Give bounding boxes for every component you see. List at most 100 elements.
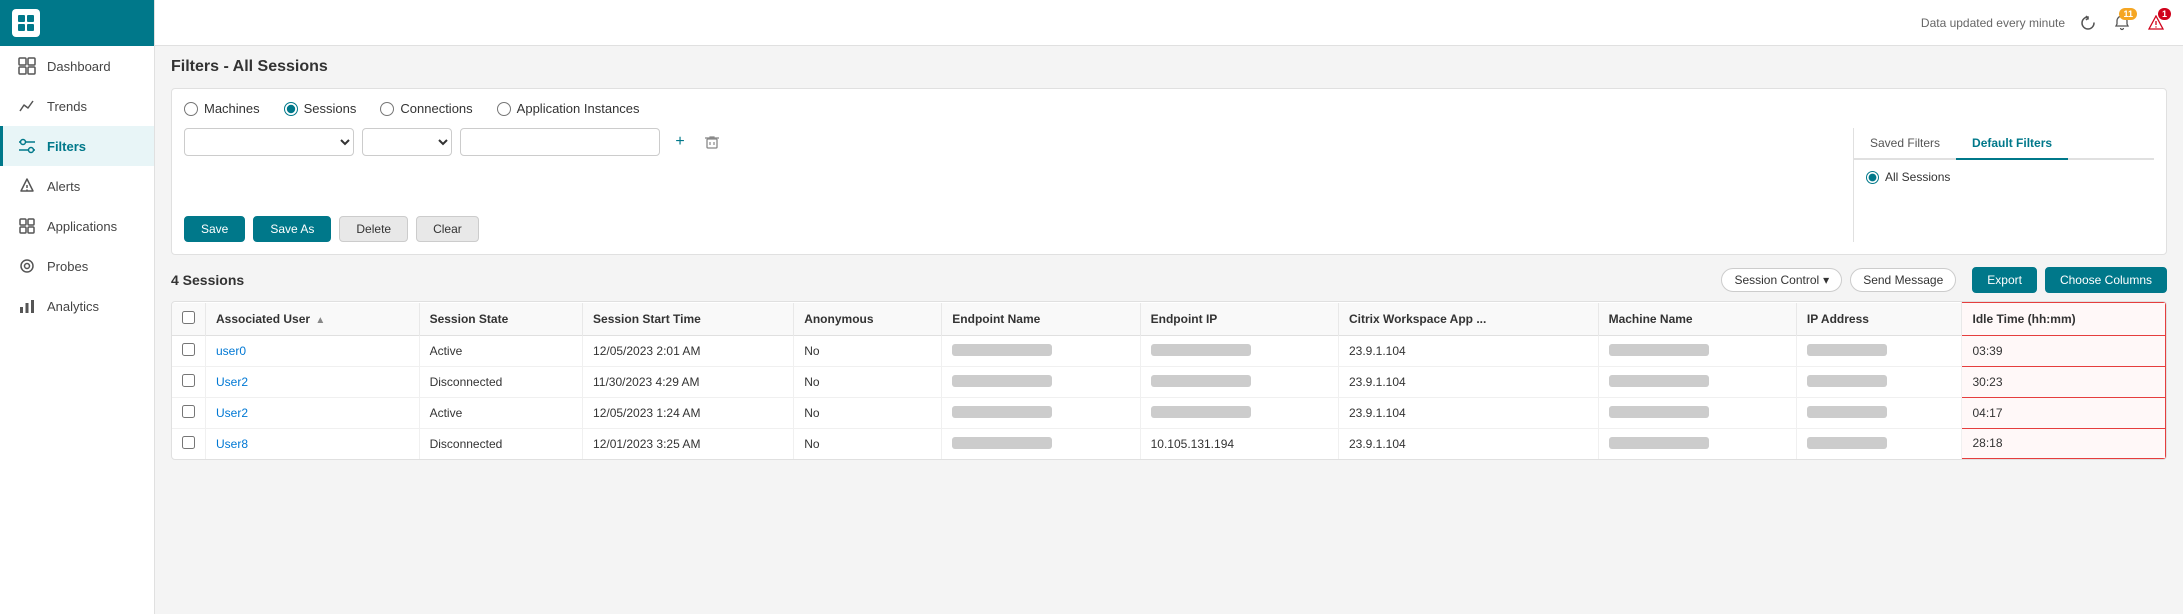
radio-connections-input[interactable]	[380, 102, 394, 116]
citrix-workspace-app-cell: 23.9.1.104	[1338, 335, 1598, 366]
session-state-cell: Disconnected	[419, 428, 582, 459]
clear-button[interactable]: Clear	[416, 216, 479, 242]
add-filter-button[interactable]: +	[668, 130, 692, 154]
session-control-button[interactable]: Session Control ▾	[1721, 268, 1842, 292]
alert-error-badge: 1	[2158, 8, 2171, 20]
filter-left: + Save Save	[184, 128, 1854, 242]
sessions-controls: Session Control ▾ Send Message Export Ch…	[1721, 267, 2167, 293]
tab-saved-filters[interactable]: Saved Filters	[1854, 128, 1956, 160]
ip-address-cell	[1796, 428, 1962, 459]
send-message-button[interactable]: Send Message	[1850, 268, 1956, 292]
save-button[interactable]: Save	[184, 216, 245, 242]
sidebar-item-trends-label: Trends	[47, 99, 87, 114]
th-machine-name[interactable]: Machine Name	[1598, 303, 1796, 336]
th-endpoint-ip[interactable]: Endpoint IP	[1140, 303, 1338, 336]
endpoint-ip-value	[1151, 344, 1251, 356]
all-sessions-filter-option[interactable]: All Sessions	[1866, 170, 2142, 184]
th-session-start-time[interactable]: Session Start Time	[583, 303, 794, 336]
anonymous-cell: No	[794, 335, 942, 366]
radio-app-instances-input[interactable]	[497, 102, 511, 116]
filter-value-input[interactable]	[460, 128, 660, 156]
radio-app-instances[interactable]: Application Instances	[497, 101, 640, 116]
sidebar-item-probes[interactable]: Probes	[0, 246, 154, 286]
sidebar-item-dashboard[interactable]: Dashboard	[0, 46, 154, 86]
alert-error-button[interactable]: 1	[2145, 12, 2167, 34]
associated-user-link[interactable]: User8	[216, 437, 248, 451]
delete-filter-button[interactable]	[700, 130, 724, 154]
filter-operator-select[interactable]	[362, 128, 452, 156]
ip-address-cell	[1796, 366, 1962, 397]
tab-default-filters[interactable]: Default Filters	[1956, 128, 2068, 160]
notification-bell-button[interactable]: 11	[2111, 12, 2133, 34]
ip-address-cell	[1796, 335, 1962, 366]
table-row: user0Active12/05/2023 2:01 AMNo 23.9.1.1…	[172, 335, 2166, 366]
save-as-button[interactable]: Save As	[253, 216, 331, 242]
th-citrix-workspace-app-label: Citrix Workspace App ...	[1349, 312, 1486, 326]
alerts-icon	[17, 176, 37, 196]
delete-button[interactable]: Delete	[339, 216, 408, 242]
row-checkbox[interactable]	[182, 405, 195, 418]
th-associated-user[interactable]: Associated User ▲	[206, 303, 420, 336]
sidebar-item-filters[interactable]: Filters	[0, 126, 154, 166]
row-checkbox[interactable]	[182, 436, 195, 449]
row-checkbox[interactable]	[182, 343, 195, 356]
sidebar-item-applications[interactable]: Applications	[0, 206, 154, 246]
row-checkbox[interactable]	[182, 374, 195, 387]
th-endpoint-name-label: Endpoint Name	[952, 312, 1040, 326]
filter-right: Saved Filters Default Filters All Sessio…	[1854, 128, 2154, 242]
associated-user-link[interactable]: user0	[216, 344, 246, 358]
endpoint-ip-cell: 10.105.131.194	[1140, 428, 1338, 459]
choose-columns-button[interactable]: Choose Columns	[2045, 267, 2167, 293]
th-endpoint-name[interactable]: Endpoint Name	[942, 303, 1140, 336]
endpoint-ip-value	[1151, 406, 1251, 418]
radio-sessions-input[interactable]	[284, 102, 298, 116]
th-ip-address[interactable]: IP Address	[1796, 303, 1962, 336]
th-associated-user-label: Associated User	[216, 312, 310, 326]
content-area: Filters - All Sessions Machines Sessions…	[155, 46, 2183, 614]
sidebar-item-applications-label: Applications	[47, 219, 117, 234]
th-citrix-workspace-app[interactable]: Citrix Workspace App ...	[1338, 303, 1598, 336]
radio-sessions[interactable]: Sessions	[284, 101, 357, 116]
sidebar-item-analytics[interactable]: Analytics	[0, 286, 154, 326]
probes-icon	[17, 256, 37, 276]
select-all-checkbox[interactable]	[182, 311, 195, 324]
session-state-cell: Disconnected	[419, 366, 582, 397]
filter-body: + Save Save	[184, 128, 2154, 242]
th-anonymous[interactable]: Anonymous	[794, 303, 942, 336]
radio-machines[interactable]: Machines	[184, 101, 260, 116]
th-session-state[interactable]: Session State	[419, 303, 582, 336]
filter-field-select[interactable]	[184, 128, 354, 156]
associated-user-link[interactable]: User2	[216, 375, 248, 389]
associated-user-link[interactable]: User2	[216, 406, 248, 420]
session-start-time-cell: 12/05/2023 1:24 AM	[583, 397, 794, 428]
sidebar-item-trends[interactable]: Trends	[0, 86, 154, 126]
refresh-button[interactable]	[2077, 12, 2099, 34]
anonymous-cell: No	[794, 397, 942, 428]
sidebar-item-alerts[interactable]: Alerts	[0, 166, 154, 206]
th-idle-time-label: Idle Time (hh:mm)	[1972, 312, 2075, 326]
radio-machines-input[interactable]	[184, 102, 198, 116]
all-sessions-label: All Sessions	[1885, 170, 1950, 184]
filter-tab-content: All Sessions	[1854, 160, 2154, 194]
idle-time-cell: 03:39	[1962, 335, 2166, 366]
endpoint-name-value	[952, 375, 1052, 387]
th-select-all[interactable]	[172, 303, 206, 336]
all-sessions-radio[interactable]	[1866, 171, 1879, 184]
sessions-header: 4 Sessions Session Control ▾ Send Messag…	[171, 267, 2167, 293]
sidebar-logo	[0, 0, 154, 46]
notification-badge: 11	[2119, 8, 2137, 20]
sidebar-item-probes-label: Probes	[47, 259, 88, 274]
endpoint-name-value	[952, 344, 1052, 356]
filter-type-radio-group: Machines Sessions Connections Applicatio…	[184, 101, 2154, 116]
machine-name-value	[1609, 344, 1709, 356]
th-idle-time[interactable]: Idle Time (hh:mm)	[1962, 303, 2166, 336]
sidebar-item-analytics-label: Analytics	[47, 299, 99, 314]
table-row: User8Disconnected12/01/2023 3:25 AMNo 10…	[172, 428, 2166, 459]
session-start-time-cell: 12/05/2023 2:01 AM	[583, 335, 794, 366]
sessions-table-container: Associated User ▲ Session State Session …	[171, 301, 2167, 460]
export-button[interactable]: Export	[1972, 267, 2037, 293]
idle-time-cell: 30:23	[1962, 366, 2166, 397]
radio-connections[interactable]: Connections	[380, 101, 472, 116]
filter-row: +	[184, 128, 1841, 156]
machine-name-cell	[1598, 335, 1796, 366]
